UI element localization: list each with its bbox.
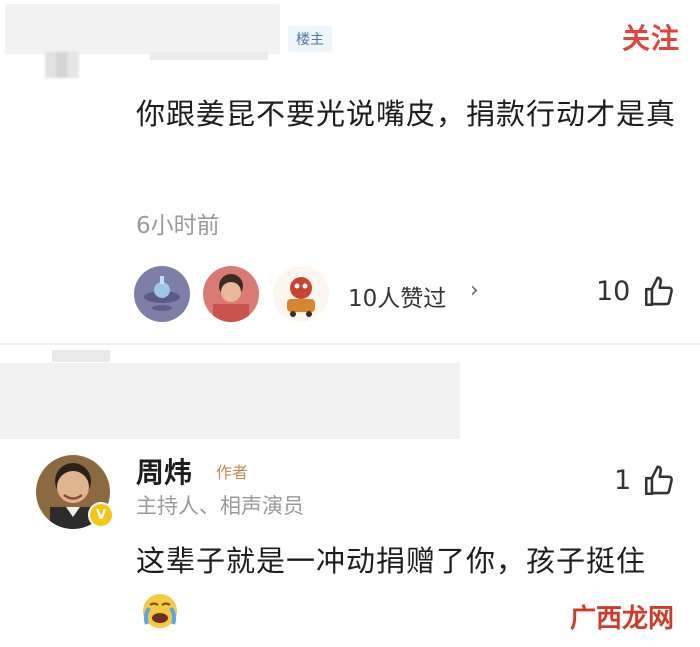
follow-button[interactable]: 关注 (622, 17, 680, 57)
blurred-name (150, 52, 268, 60)
like-count: 1 (614, 465, 632, 496)
blurred-avatar (45, 52, 79, 78)
thumbs-up-icon[interactable] (642, 275, 676, 309)
thumbs-up-icon[interactable] (642, 464, 676, 498)
verified-badge-icon: V (88, 502, 114, 528)
author-name[interactable]: 周炜 (136, 451, 192, 491)
reply-text-content: 这辈子就是一冲动捐赠了你，孩子挺住 (136, 544, 647, 578)
likers-summary[interactable]: 10人赞过 (348, 279, 446, 313)
comment-time: 6小时前 (136, 213, 220, 239)
blurred-username-area (5, 4, 280, 54)
author-tag: 作者 (216, 463, 249, 482)
author-title: 主持人、相声演员 (136, 494, 304, 518)
blurred-content-area (0, 363, 460, 439)
op-badge: 楼主 (288, 26, 332, 52)
blurred-avatar (52, 350, 110, 362)
comment-text: 你跟姜昆不要光说嘴皮，捐款行动才是真 (136, 97, 677, 131)
like-count: 10 (596, 276, 631, 307)
chevron-right-icon[interactable]: › (470, 278, 479, 303)
liker-avatar[interactable] (273, 266, 329, 322)
liker-avatar[interactable] (203, 266, 259, 322)
section-divider (0, 343, 700, 345)
site-watermark: 广西龙网 (569, 604, 674, 634)
liker-avatar[interactable] (134, 266, 190, 322)
crying-emoji-icon (140, 591, 180, 647)
